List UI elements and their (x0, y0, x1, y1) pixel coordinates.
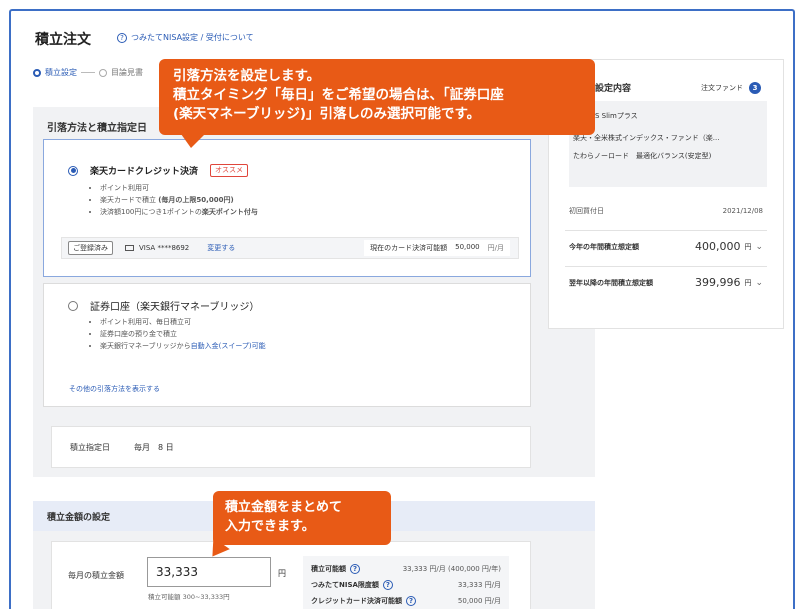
main-frame: 積立注文 ? つみたてNISA設定 / 受付について 積立設定 目論見書 引落方… (9, 9, 795, 609)
credit-option-title: 楽天カードクレジット決済 (90, 167, 199, 177)
page-title: 積立注文 (35, 32, 91, 48)
change-card-link[interactable]: 変更する (207, 243, 235, 253)
first-buy-label: 初回買付日 (569, 207, 604, 215)
card-info-bar: ご登録済み VISA ****8692 変更する 現在のカード決済可能額 50,… (61, 237, 519, 259)
radio-unselected-icon[interactable] (68, 300, 78, 311)
chevron-down-icon[interactable]: ⌄ (755, 278, 763, 288)
callout-tail (181, 134, 205, 148)
amount-input[interactable]: 33,333 (147, 557, 271, 587)
divider (565, 266, 767, 267)
bullet-item: ポイント利用可、毎日積立可 (100, 316, 266, 328)
nisa-help-link[interactable]: ? つみたてNISA設定 / 受付について (117, 32, 254, 43)
step-indicator: 積立設定 目論見書 (33, 67, 143, 78)
payment-callout: 引落方法を設定します。 積立タイミング「毎日」をご希望の場合は、「証券口座 (楽… (159, 59, 595, 135)
fund-item: たわらノーロード 最適化バランス(安定型) (573, 152, 712, 160)
bullet-item: ポイント利用可 (100, 182, 258, 194)
chevron-down-icon[interactable]: ⌄ (755, 242, 763, 252)
amount-hint: 積立可能額 300~33,333円 (148, 593, 230, 601)
first-buy-row: 初回買付日 2021/12/08 (569, 206, 763, 216)
bullet-item: 証券口座の預り金で積立 (100, 328, 266, 340)
show-other-methods-link[interactable]: その他の引落方法を表示する (69, 384, 160, 394)
registered-tag: ご登録済み (68, 241, 113, 255)
step-inactive-icon (99, 68, 107, 77)
step-1-label: 積立設定 (45, 68, 77, 77)
fund-count-badge: 3 (749, 82, 761, 94)
annual-row[interactable]: 今年の年間積立想定額 400,000 円 ⌄ (569, 240, 763, 253)
question-icon[interactable]: ? (382, 580, 393, 590)
card-number: VISA ****8692 (139, 244, 190, 252)
card-icon (125, 245, 134, 251)
next-year-label: 翌年以降の年間積立想定額 (569, 278, 653, 287)
bullet-item: 楽天銀行マネーブリッジから自動入金(スイープ)可能 (100, 340, 266, 352)
amount-callout: 積立金額をまとめて 入力できます。 (213, 491, 391, 545)
amount-unit: 円 (278, 569, 286, 578)
available-value: 50,000 (455, 243, 480, 251)
recommend-badge: オススメ (210, 164, 249, 177)
limit-row: つみたてNISA限度額? 33,333 円/月 (311, 580, 501, 590)
bullet-item: 決済額100円につき1ポイントの楽天ポイント付与 (100, 206, 258, 218)
question-icon[interactable]: ? (350, 564, 360, 574)
callout-line: 引落方法を設定します。 (173, 68, 321, 84)
first-buy-value: 2021/12/08 (722, 207, 763, 215)
question-icon: ? (117, 32, 127, 43)
yen-unit: 円 (744, 278, 752, 287)
date-label: 積立指定日 (70, 442, 110, 452)
fund-list: eMAXIS Slimプラス 楽天・全米株式インデックス・ファンド（楽... た… (569, 101, 767, 187)
radio-selected-icon[interactable] (68, 165, 78, 176)
available-amount: 現在のカード決済可能額 50,000 円/月 (364, 240, 510, 256)
summary-heading: 設定内容 (595, 84, 632, 94)
callout-line: 積立タイミング「毎日」をご希望の場合は、「証券口座 (173, 87, 504, 103)
sweep-link[interactable]: 自動入金(スイープ)可能 (191, 342, 266, 350)
limit-row: 積立可能額? 33,333 円/月 (400,000 円/年) (311, 564, 501, 574)
step-2-label: 目論見書 (111, 68, 143, 77)
limit-row: クレジットカード決済可能額? 50,000 円/月 (311, 596, 501, 606)
bullet-item: 楽天カードで積立 (毎月の上限50,000円) (100, 194, 258, 206)
next-year-value: 399,996 (694, 276, 741, 289)
payment-section-title: 引落方法と積立指定日 (47, 123, 147, 134)
securities-option-title: 証券口座（楽天銀行マネーブリッジ） (90, 302, 260, 313)
callout-line: (楽天マネーブリッジ)」引落しのみ選択可能です。 (173, 106, 481, 122)
step-active-icon (33, 68, 41, 77)
fund-item: 楽天・全米株式インデックス・ファンド（楽... (573, 134, 720, 142)
date-card: 積立指定日 毎月 8 日 (51, 426, 531, 468)
fund-count-label: 注文ファンド 3 (701, 82, 761, 94)
limit-box: 積立可能額? 33,333 円/月 (400,000 円/年) つみたてNISA… (303, 556, 509, 609)
amount-label: 毎月の積立金額 (68, 571, 124, 580)
yen-unit: 円 (744, 242, 752, 251)
callout-line: 入力できます。 (225, 519, 315, 534)
divider (565, 230, 767, 231)
available-label: 現在のカード決済可能額 (370, 244, 448, 252)
next-year-row[interactable]: 翌年以降の年間積立想定額 399,996 円 ⌄ (569, 276, 763, 289)
available-unit: 円/月 (487, 244, 504, 252)
step-connector (81, 72, 95, 73)
nisa-help-link-label: つみたてNISA設定 / 受付について (131, 33, 254, 42)
callout-line: 積立金額をまとめて (225, 500, 343, 515)
credit-option-bullets: ポイント利用可 楽天カードで積立 (毎月の上限50,000円) 決済額100円に… (86, 182, 258, 218)
question-icon[interactable]: ? (406, 596, 416, 606)
annual-value: 400,000 (694, 240, 741, 253)
date-value[interactable]: 毎月 8 日 (134, 442, 174, 453)
annual-label: 今年の年間積立想定額 (569, 242, 639, 251)
securities-option-bullets: ポイント利用可、毎日積立可 証券口座の預り金で積立 楽天銀行マネーブリッジから自… (86, 316, 266, 352)
